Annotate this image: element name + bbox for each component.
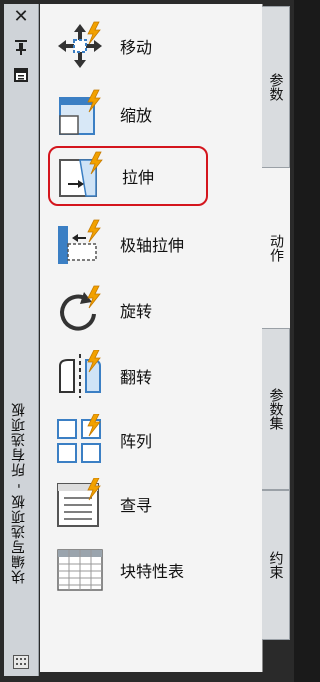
tab-parameters[interactable]: 参数 — [262, 6, 290, 168]
move-icon — [54, 20, 106, 72]
properties-icon[interactable] — [12, 66, 30, 84]
tab-label: 约束 — [267, 551, 284, 579]
tool-array[interactable]: 阵列 — [54, 413, 254, 466]
tool-stretch[interactable]: 拉伸 — [48, 146, 208, 206]
flip-icon — [54, 349, 106, 402]
tool-label: 移动 — [120, 38, 153, 57]
rotate-icon — [54, 284, 106, 336]
palette-title: 块编写选项板 - 所有选项板 — [11, 402, 27, 584]
tab-parameter-sets[interactable]: 参数集 — [262, 328, 290, 490]
stretch-icon — [56, 150, 108, 202]
tool-palette-window: ✕ 块编写选项板 - 所有选项板 移动 缩放 拉伸 极轴拉伸 旋转 翻转 阵列 … — [0, 0, 294, 682]
tab-label: 动作 — [268, 234, 284, 262]
close-icon[interactable]: ✕ — [12, 8, 30, 26]
tool-label: 缩放 — [120, 106, 153, 125]
table-icon — [54, 544, 106, 596]
tool-label: 旋转 — [120, 302, 153, 321]
tool-flip[interactable]: 翻转 — [54, 349, 254, 402]
auto-hide-icon[interactable] — [12, 38, 30, 56]
array-icon — [54, 413, 106, 466]
tool-label: 阵列 — [120, 432, 153, 451]
scale-icon — [54, 88, 106, 140]
tool-label: 翻转 — [120, 368, 153, 387]
tool-label: 查寻 — [120, 496, 153, 515]
tab-constraints[interactable]: 约束 — [262, 490, 290, 640]
tool-label: 极轴拉伸 — [120, 236, 185, 255]
tool-lookup[interactable]: 查寻 — [54, 477, 254, 530]
tool-block-properties-table[interactable]: 块特性表 — [54, 544, 254, 596]
tab-label: 参数 — [267, 73, 284, 101]
tab-actions[interactable]: 动作 — [262, 168, 290, 328]
tool-label: 拉伸 — [122, 168, 155, 187]
tab-label: 参数集 — [267, 388, 284, 430]
polar-stretch-icon — [54, 218, 106, 270]
palette-titlebar: ✕ 块编写选项板 - 所有选项板 — [4, 4, 39, 676]
tool-polar-stretch[interactable]: 极轴拉伸 — [54, 218, 254, 270]
tool-label: 块特性表 — [120, 562, 185, 581]
tool-scale[interactable]: 缩放 — [54, 88, 254, 140]
tool-rotate[interactable]: 旋转 — [54, 284, 254, 336]
actions-palette: 移动 缩放 拉伸 极轴拉伸 旋转 翻转 阵列 查寻 块特性表 — [40, 4, 263, 672]
tool-move[interactable]: 移动 — [54, 20, 254, 72]
palette-tabs: 参数 动作 参数集 约束 — [262, 4, 292, 676]
palette-menu-icon[interactable] — [13, 654, 29, 669]
lookup-icon — [54, 477, 106, 530]
